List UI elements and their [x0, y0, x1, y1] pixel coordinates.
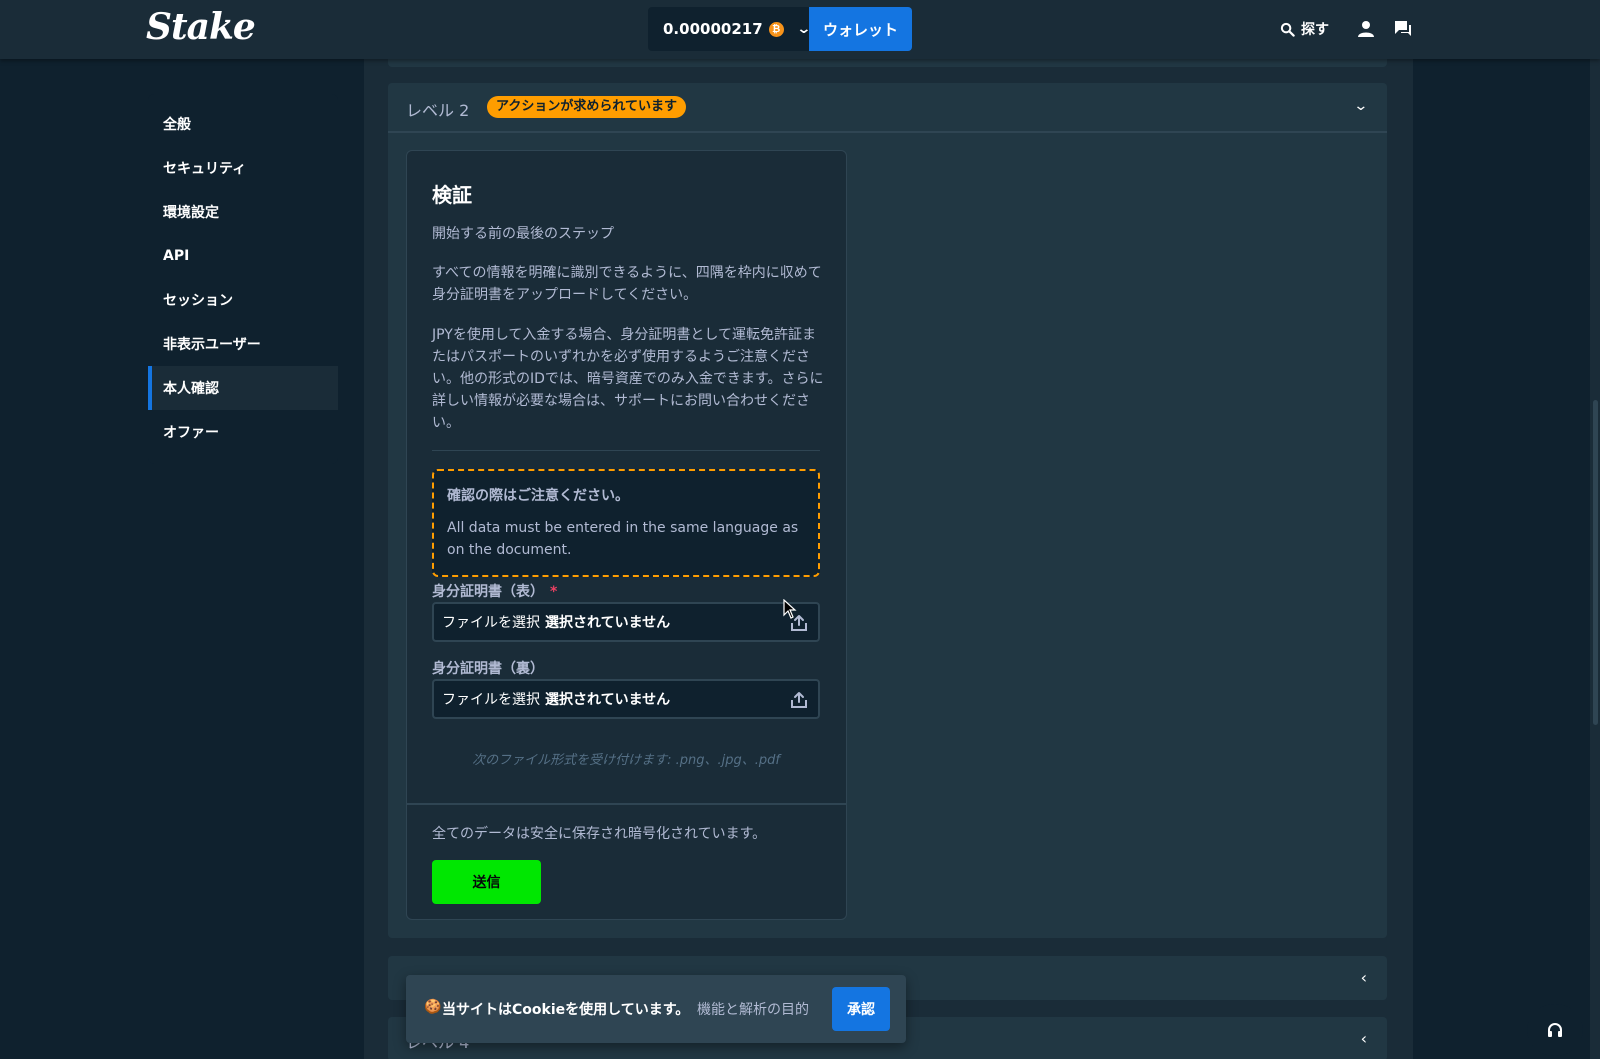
user-icon[interactable]: [1357, 20, 1375, 38]
id-back-label: 身分証明書（裏）: [432, 661, 544, 677]
sidebar-item-offers[interactable]: オファー: [148, 410, 338, 454]
divider: [432, 450, 820, 451]
level-1-panel-edge: [388, 59, 1387, 67]
search-label: 探す: [1301, 22, 1329, 38]
search-icon: [1280, 22, 1295, 37]
support-chat-button[interactable]: [1527, 1004, 1583, 1056]
stake-logo[interactable]: Stake: [146, 6, 256, 48]
file-status: 選択されていません: [545, 615, 671, 631]
sidebar-item-verification[interactable]: 本人確認: [148, 366, 338, 410]
cookie-icon: 🍪: [424, 999, 442, 1015]
chevron-down-icon[interactable]: ⌄: [1354, 98, 1369, 114]
search-button[interactable]: 探す: [1280, 18, 1329, 40]
choose-file-button[interactable]: ファイルを選択: [442, 689, 540, 709]
cookie-purpose-link[interactable]: 機能と解析の目的: [697, 999, 809, 1019]
secure-note: 全てのデータは安全に保存され暗号化されています。: [432, 826, 767, 842]
warning-box: 確認の際はご注意ください。 All data must be entered i…: [432, 469, 820, 577]
level-2-header[interactable]: レベル 2 アクションが求められています ⌄: [388, 83, 1387, 133]
scrollbar-thumb[interactable]: [1593, 400, 1598, 725]
sidebar-item-api[interactable]: API: [148, 234, 338, 278]
chat-icon[interactable]: [1394, 20, 1412, 38]
instructions-text: すべての情報を明確に識別できるように、四隅を枠内に収めて身分証明書をアップロード…: [432, 265, 822, 303]
intro-text: 開始する前の最後のステップ: [432, 226, 614, 242]
chevron-left-icon[interactable]: ‹: [1361, 1029, 1367, 1048]
cookie-text: 当サイトはCookieを使用しています。: [442, 1002, 690, 1018]
level-2-title: レベル 2: [406, 101, 470, 120]
warning-body: All data must be entered in the same lan…: [447, 520, 799, 558]
warning-title: 確認の際はご注意ください。: [447, 488, 629, 504]
choose-file-button[interactable]: ファイルを選択: [442, 612, 540, 632]
action-required-badge: アクションが求められています: [487, 96, 686, 118]
top-bar: Stake 0.00000217 ₿ ⌄ ウォレット 探す: [0, 0, 1600, 59]
required-marker: *: [550, 584, 558, 600]
id-back-file-input[interactable]: ファイルを選択 選択されていません: [432, 679, 820, 719]
sidebar-item-general[interactable]: 全般: [148, 102, 338, 146]
id-front-label-text: 身分証明書（表）: [432, 584, 544, 600]
balance-amount: 0.00000217: [663, 20, 763, 38]
jpy-note-text: JPYを使用して入金する場合、身分証明書として運転免許証またはパスポートのいずれ…: [432, 327, 824, 431]
headset-icon: [1548, 1023, 1562, 1037]
settings-sidebar: 全般 セキュリティ 環境設定 API セッション 非表示ユーザー 本人確認 オフ…: [148, 94, 338, 464]
bitcoin-icon: ₿: [768, 21, 784, 37]
card-separator: [407, 803, 846, 805]
sidebar-item-preferences[interactable]: 環境設定: [148, 190, 338, 234]
id-front-label: 身分証明書（表） *: [432, 581, 557, 601]
wallet-button[interactable]: ウォレット: [809, 7, 912, 51]
id-front-file-input[interactable]: ファイルを選択 選択されていません: [432, 602, 820, 642]
sidebar-item-sessions[interactable]: セッション: [148, 278, 338, 322]
chevron-left-icon[interactable]: ‹: [1361, 968, 1367, 987]
card-title: 検証: [432, 183, 472, 207]
balance-selector[interactable]: 0.00000217 ₿ ⌄: [648, 7, 811, 51]
cookie-accept-button[interactable]: 承認: [832, 987, 890, 1031]
sidebar-item-ignored-users[interactable]: 非表示ユーザー: [148, 322, 338, 366]
accepted-formats-hint: 次のファイル形式を受け付けます: .png、.jpg、.pdf: [472, 753, 780, 768]
upload-icon[interactable]: [790, 691, 808, 709]
cookie-banner: 🍪 当サイトはCookieを使用しています。 機能と解析の目的 承認: [406, 975, 906, 1043]
mouse-cursor-icon: [783, 599, 797, 619]
sidebar-item-security[interactable]: セキュリティ: [148, 146, 338, 190]
verification-card: 検証 開始する前の最後のステップ すべての情報を明確に識別できるように、四隅を枠…: [406, 150, 847, 920]
submit-button[interactable]: 送信: [432, 860, 541, 904]
file-status: 選択されていません: [545, 692, 671, 708]
